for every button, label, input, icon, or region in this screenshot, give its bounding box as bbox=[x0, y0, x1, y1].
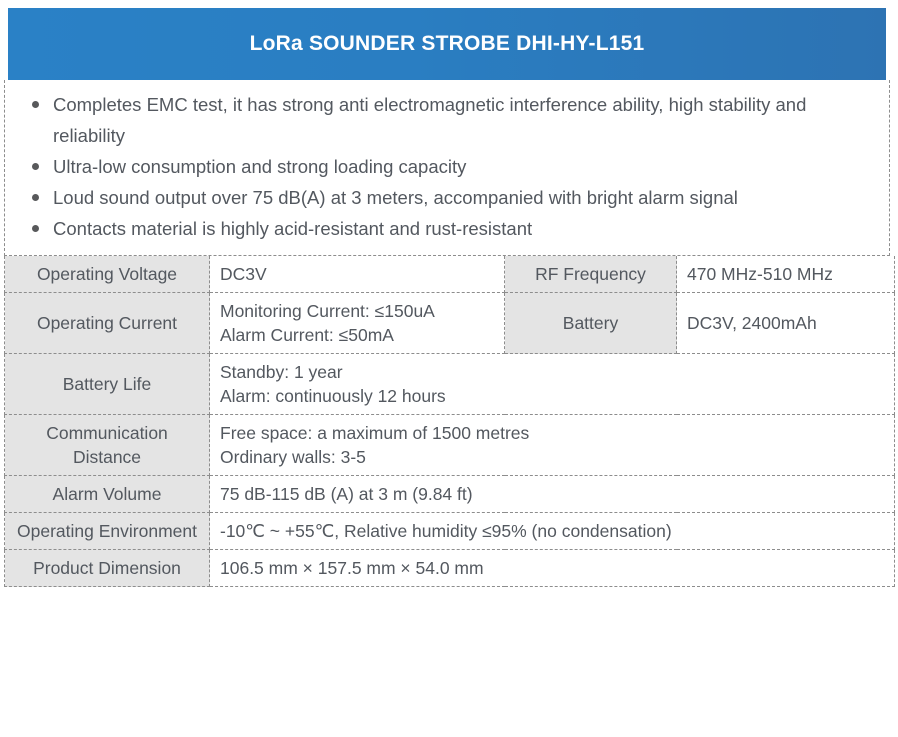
spec-value-operating-current: Monitoring Current: ≤150uA Alarm Current… bbox=[209, 292, 505, 354]
bullet-icon bbox=[32, 225, 39, 232]
page-title: LoRa SOUNDER STROBE DHI-HY-L151 bbox=[249, 32, 645, 55]
feature-list: Completes EMC test, it has strong anti e… bbox=[5, 89, 879, 244]
table-row: Communication Distance Free space: a max… bbox=[4, 414, 895, 476]
bullet-icon bbox=[32, 101, 39, 108]
spec-value-line: Standby: 1 year bbox=[220, 362, 343, 382]
spec-value-communication-distance: Free space: a maximum of 1500 metres Ord… bbox=[209, 414, 895, 476]
table-row: Operating Current Monitoring Current: ≤1… bbox=[4, 292, 895, 354]
list-item: Completes EMC test, it has strong anti e… bbox=[5, 89, 879, 151]
table-row: Alarm Volume 75 dB-115 dB (A) at 3 m (9.… bbox=[4, 475, 895, 513]
bullet-icon bbox=[32, 163, 39, 170]
list-item: Contacts material is highly acid-resista… bbox=[5, 213, 879, 244]
spec-value-line: Alarm Current: ≤50mA bbox=[220, 325, 394, 345]
spec-value-battery: DC3V, 2400mAh bbox=[676, 292, 895, 354]
spec-value-alarm-volume: 75 dB-115 dB (A) at 3 m (9.84 ft) bbox=[209, 475, 895, 513]
spec-value-battery-life: Standby: 1 year Alarm: continuously 12 h… bbox=[209, 353, 895, 415]
spec-label-product-dimension: Product Dimension bbox=[4, 549, 210, 587]
table-row: Product Dimension 106.5 mm × 157.5 mm × … bbox=[4, 549, 895, 587]
feature-text: Completes EMC test, it has strong anti e… bbox=[53, 94, 807, 146]
spec-value-line: Ordinary walls: 3-5 bbox=[220, 447, 366, 467]
spec-label-battery: Battery bbox=[504, 292, 677, 354]
feature-text: Contacts material is highly acid-resista… bbox=[53, 218, 533, 239]
specification-table: Operating Voltage DC3V RF Frequency 470 … bbox=[4, 256, 895, 587]
spec-label-operating-voltage: Operating Voltage bbox=[4, 256, 210, 293]
product-spec-sheet: LoRa SOUNDER STROBE DHI-HY-L151 Complete… bbox=[0, 0, 898, 737]
spec-label-alarm-volume: Alarm Volume bbox=[4, 475, 210, 513]
table-row: Battery Life Standby: 1 year Alarm: cont… bbox=[4, 353, 895, 415]
feature-list-section: Completes EMC test, it has strong anti e… bbox=[4, 80, 890, 256]
spec-value-rf-frequency: 470 MHz-510 MHz bbox=[676, 256, 895, 293]
spec-label-rf-frequency: RF Frequency bbox=[504, 256, 677, 293]
list-item: Ultra-low consumption and strong loading… bbox=[5, 151, 879, 182]
feature-text: Ultra-low consumption and strong loading… bbox=[53, 156, 467, 177]
spec-label-battery-life: Battery Life bbox=[4, 353, 210, 415]
spec-label-operating-current: Operating Current bbox=[4, 292, 210, 354]
spec-value-product-dimension: 106.5 mm × 157.5 mm × 54.0 mm bbox=[209, 549, 895, 587]
feature-text: Loud sound output over 75 dB(A) at 3 met… bbox=[53, 187, 738, 208]
table-row: Operating Environment -10℃ ~ +55℃, Relat… bbox=[4, 512, 895, 550]
spec-label-communication-distance: Communication Distance bbox=[4, 414, 210, 476]
table-row: Operating Voltage DC3V RF Frequency 470 … bbox=[4, 256, 895, 293]
bullet-icon bbox=[32, 194, 39, 201]
spec-value-line: Monitoring Current: ≤150uA bbox=[220, 301, 435, 321]
spec-label-operating-environment: Operating Environment bbox=[4, 512, 210, 550]
list-item: Loud sound output over 75 dB(A) at 3 met… bbox=[5, 182, 879, 213]
spec-value-operating-environment: -10℃ ~ +55℃, Relative humidity ≤95% (no … bbox=[209, 512, 895, 550]
product-title-banner: LoRa SOUNDER STROBE DHI-HY-L151 bbox=[8, 8, 886, 80]
spec-value-line: Alarm: continuously 12 hours bbox=[220, 386, 446, 406]
spec-value-line: Free space: a maximum of 1500 metres bbox=[220, 423, 530, 443]
spec-value-operating-voltage: DC3V bbox=[209, 256, 505, 293]
